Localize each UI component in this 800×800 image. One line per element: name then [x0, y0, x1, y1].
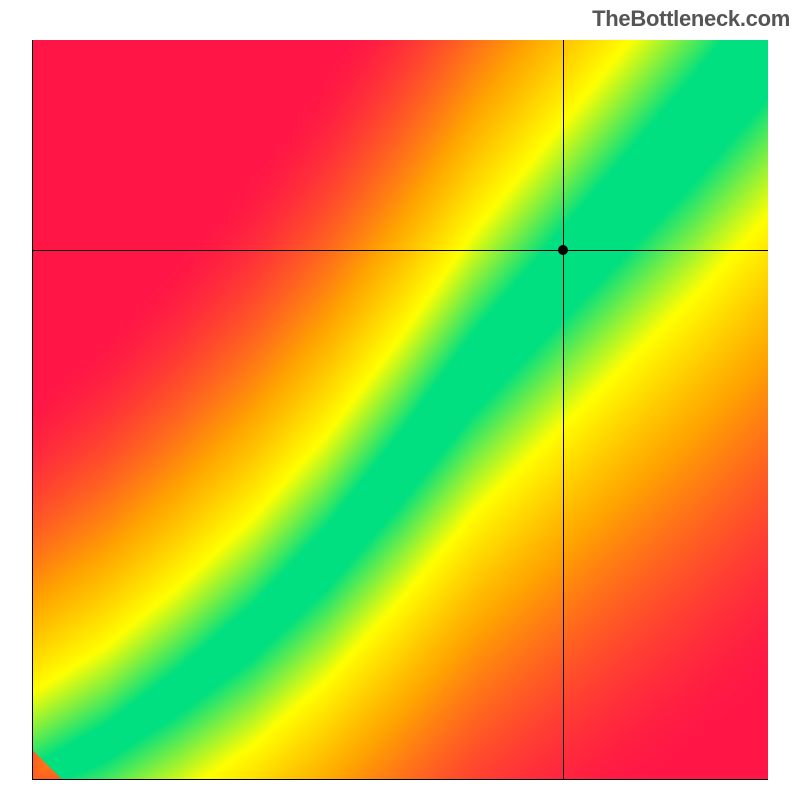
heatmap-canvas [32, 40, 768, 780]
axis-left-line [32, 40, 33, 780]
chart-container: TheBottleneck.com [0, 0, 800, 800]
crosshair-vertical [563, 40, 564, 780]
plot-area [32, 40, 768, 780]
crosshair-horizontal [32, 250, 768, 251]
watermark-text: TheBottleneck.com [592, 6, 790, 32]
axis-bottom-line [32, 779, 768, 780]
